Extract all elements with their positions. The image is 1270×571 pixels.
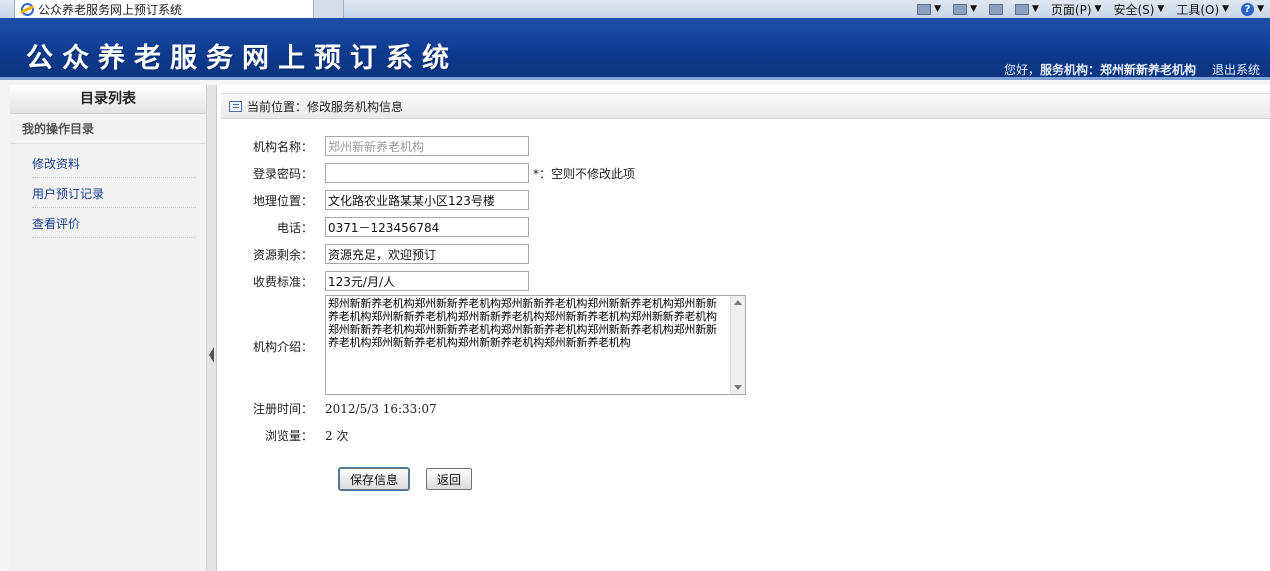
chevron-down-icon: ▼ xyxy=(1094,4,1102,14)
feeds-button[interactable]: ▼ xyxy=(953,3,977,15)
intro-textarea-wrap: 郑州新新养老机构郑州新新养老机构郑州新新养老机构郑州新新养老机构郑州新新养老机构… xyxy=(325,295,746,398)
chevron-down-icon: ▼ xyxy=(934,4,942,14)
safety-menu-label: 安全(S) xyxy=(1113,2,1155,17)
mail-icon xyxy=(988,3,1003,15)
back-button[interactable]: 返回 xyxy=(426,468,473,490)
intro-label: 机构介绍： xyxy=(252,340,313,354)
sidebar-splitter[interactable] xyxy=(207,85,217,571)
help-menu[interactable]: ? ▼ xyxy=(1241,2,1264,16)
chevron-down-icon: ▼ xyxy=(970,4,977,14)
sidebar-item-view-reviews[interactable]: 查看评价 xyxy=(32,208,196,238)
form-row-views: 浏览量： 2 次 xyxy=(217,427,348,444)
save-button[interactable]: 保存信息 xyxy=(337,467,411,491)
scroll-down-icon[interactable] xyxy=(734,385,742,390)
phone-label: 电话： xyxy=(276,220,313,235)
form-row-fee: 收费标准： xyxy=(217,271,529,291)
form-row-intro: 机构介绍： 郑州新新养老机构郑州新新养老机构郑州新新养老机构郑州新新养老机构郑州… xyxy=(217,295,746,398)
browser-tab-title: 公众养老服务网上预订系统 xyxy=(38,2,183,17)
chevron-down-icon: ▼ xyxy=(1257,4,1264,14)
resource-field[interactable] xyxy=(325,244,529,264)
ie-logo-icon xyxy=(21,2,34,16)
views-label: 浏览量： xyxy=(264,429,313,443)
user-info: 您好，服务机构：郑州新新养老机构 退出系统 xyxy=(1004,61,1260,78)
help-icon: ? xyxy=(1241,2,1255,16)
resource-label: 资源剩余： xyxy=(252,247,313,262)
site-banner: 公众养老服务网上预订系统 您好，服务机构：郑州新新养老机构 退出系统 xyxy=(0,18,1270,80)
page-menu[interactable]: 页面(P) ▼ xyxy=(1051,1,1102,18)
safety-menu[interactable]: 安全(S) ▼ xyxy=(1113,1,1164,18)
rss-icon xyxy=(953,3,968,15)
home-button[interactable]: ▼ xyxy=(917,3,942,15)
phone-field[interactable] xyxy=(325,217,529,237)
home-icon xyxy=(917,3,932,15)
scroll-up-icon[interactable] xyxy=(734,300,742,305)
mail-button[interactable] xyxy=(988,3,1003,15)
name-field[interactable] xyxy=(325,136,529,156)
command-bar: ▼ ▼ ▼ 页面(P) ▼ 安全(S) ▼ 工具(O) ▼ ? ▼ xyxy=(917,0,1270,18)
page-menu-label: 页面(P) xyxy=(1050,2,1092,17)
password-hint: *：空则不修改此项 xyxy=(533,166,636,181)
print-button[interactable]: ▼ xyxy=(1014,3,1039,15)
logout-link[interactable]: 退出系统 xyxy=(1212,61,1260,78)
sidebar-title: 目录列表 xyxy=(10,85,206,114)
site-title: 公众养老服务网上预订系统 xyxy=(26,43,458,74)
name-label: 机构名称： xyxy=(252,139,313,154)
password-label: 登录密码： xyxy=(252,166,313,181)
tools-menu[interactable]: 工具(O) ▼ xyxy=(1176,1,1229,18)
greeting-text: 您好， xyxy=(1003,63,1040,77)
user-greeting: 您好，服务机构：郑州新新养老机构 xyxy=(1004,61,1196,78)
password-field[interactable] xyxy=(325,163,529,183)
fee-label: 收费标准： xyxy=(252,274,313,289)
breadcrumb: 当前位置：修改服务机构信息 xyxy=(221,93,1270,119)
regtime-label: 注册时间： xyxy=(252,402,313,416)
form-row-regtime: 注册时间： 2012/5/3 16:33:07 xyxy=(217,400,437,417)
new-tab-button[interactable] xyxy=(314,0,344,18)
sidebar-item-edit-profile[interactable]: 修改资料 xyxy=(32,148,196,178)
sidebar: 目录列表 我的操作目录 修改资料 用户预订记录 查看评价 xyxy=(10,85,207,571)
browser-tab[interactable]: 公众养老服务网上预订系统 xyxy=(14,0,314,18)
form-row-address: 地理位置： xyxy=(217,190,529,210)
address-field[interactable] xyxy=(325,190,529,210)
printer-icon xyxy=(1014,3,1029,15)
document-icon xyxy=(229,100,242,112)
intro-textarea[interactable]: 郑州新新养老机构郑州新新养老机构郑州新新养老机构郑州新新养老机构郑州新新养老机构… xyxy=(325,295,746,395)
views-value: 2 次 xyxy=(325,429,349,443)
chevron-down-icon: ▼ xyxy=(1157,4,1165,14)
breadcrumb-text: 当前位置：修改服务机构信息 xyxy=(247,99,404,114)
regtime-value: 2012/5/3 16:33:07 xyxy=(325,401,437,416)
form-row-phone: 电话： xyxy=(217,217,529,237)
form-row-name: 机构名称： xyxy=(217,136,529,156)
user-role-name: 服务机构：郑州新新养老机构 xyxy=(1039,63,1196,77)
browser-toolbar: 公众养老服务网上预订系统 ▼ ▼ ▼ 页面(P) ▼ 安全(S) ▼ 工具(O) ▼ … xyxy=(0,0,1270,19)
main-content: 当前位置：修改服务机构信息 机构名称： 登录密码： *：空则不修改此项 地理位置… xyxy=(217,85,1270,571)
form-row-password: 登录密码： *：空则不修改此项 xyxy=(217,163,635,183)
tools-menu-label: 工具(O) xyxy=(1176,2,1220,17)
fee-field[interactable] xyxy=(325,271,529,291)
chevron-down-icon: ▼ xyxy=(1031,4,1039,14)
form-actions: 保存信息 返回 xyxy=(337,467,473,491)
address-label: 地理位置： xyxy=(252,193,313,208)
collapse-arrow-icon[interactable] xyxy=(209,347,214,363)
sidebar-section-title: 我的操作目录 xyxy=(10,114,206,144)
intro-scrollbar[interactable] xyxy=(730,296,745,394)
sidebar-item-booking-records[interactable]: 用户预订记录 xyxy=(32,178,196,208)
chevron-down-icon: ▼ xyxy=(1222,4,1230,14)
form-row-resource: 资源剩余： xyxy=(217,244,529,264)
